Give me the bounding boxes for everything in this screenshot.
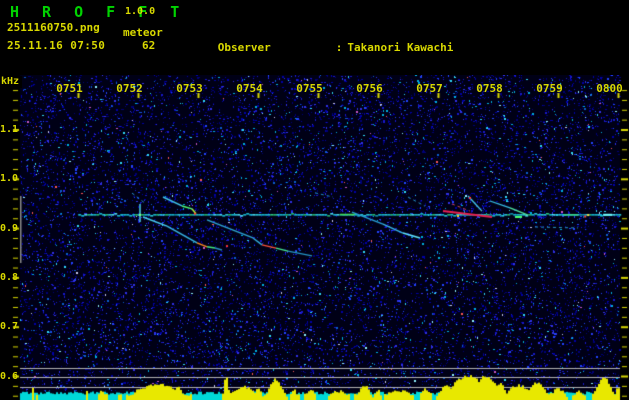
- time-tick-label: 0800: [596, 82, 623, 95]
- time-tick-label: 0756: [356, 82, 383, 95]
- freq-tick-label: 0.6: [0, 370, 19, 382]
- time-tick-label: 0752: [116, 82, 143, 95]
- app-version: 1.0.0: [125, 6, 156, 17]
- info-label: Observer: [217, 40, 271, 54]
- spectrogram-canvas: [0, 75, 629, 400]
- datetime-label: 25.11.16 07:50: [7, 39, 106, 52]
- y-axis-unit-label: kHz: [1, 76, 23, 88]
- time-tick-label: 0759: [536, 82, 563, 95]
- time-tick-label: 0751: [56, 82, 83, 95]
- time-tick-label: 0757: [416, 82, 443, 95]
- echo-count: 62: [142, 39, 156, 52]
- time-tick-label: 0753: [176, 82, 203, 95]
- freq-tick-label: 1.1: [0, 124, 19, 135]
- freq-tick-label: 1.0: [0, 173, 19, 185]
- freq-tick-label: 0.7: [0, 321, 19, 333]
- info-separator: :: [335, 40, 343, 54]
- time-tick-label: 0754: [236, 82, 263, 95]
- mode-label: meteor: [123, 26, 163, 39]
- output-filename: 2511160750.png: [7, 21, 100, 34]
- time-tick-label: 0758: [476, 82, 503, 95]
- freq-tick-label: 0.8: [0, 271, 19, 283]
- info-row-observer: Observer: Takanori Kawachi: [178, 29, 586, 68]
- time-tick-label: 0755: [296, 82, 323, 95]
- freq-tick-label: 0.9: [0, 222, 19, 234]
- app-title: H R O F F T: [10, 3, 187, 21]
- info-value: Takanori Kawachi: [347, 40, 454, 54]
- hrofft-window: H R O F F T 1.0.0 2511160750.png meteor …: [0, 0, 629, 400]
